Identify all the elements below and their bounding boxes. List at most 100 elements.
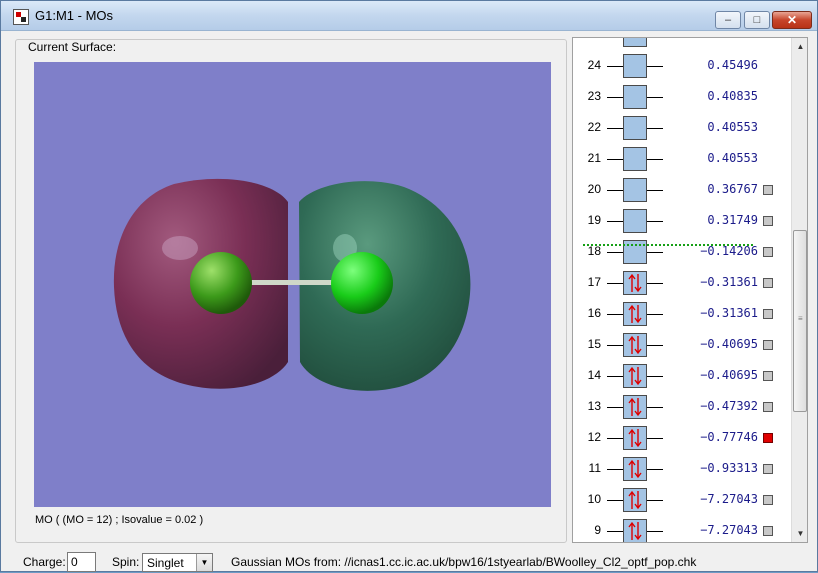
homo-lumo-divider — [583, 244, 753, 246]
virtual-orbital-icon[interactable] — [623, 178, 647, 202]
mo-energy: 0.40835 — [707, 89, 758, 103]
mo-level-row[interactable]: 18 −0.14206 — [573, 237, 789, 268]
molecule-viewport[interactable] — [34, 62, 551, 507]
mo-energy: −0.40695 — [700, 337, 758, 351]
mo-level-row[interactable]: 13 −0.47392 — [573, 392, 789, 423]
level-line — [647, 283, 663, 284]
mo-surface-checkbox[interactable] — [763, 495, 773, 505]
mo-level-row[interactable]: 14 −0.40695 — [573, 361, 789, 392]
level-line — [607, 469, 623, 470]
mo-surface-checkbox[interactable] — [763, 309, 773, 319]
occupied-orbital-icon[interactable] — [623, 395, 647, 419]
mo-index: 16 — [587, 306, 601, 320]
mo-surface-checkbox[interactable] — [763, 526, 773, 536]
mo-level-panel: 25 0.45496 24 0.45496 23 0.40835 22 0.40553 21 0.… — [572, 37, 808, 543]
virtual-orbital-icon[interactable] — [623, 85, 647, 109]
mo-level-row[interactable]: 11 −0.93313 — [573, 454, 789, 485]
level-line — [647, 345, 663, 346]
spin-label: Spin: — [112, 555, 140, 569]
status-bar: Charge: Spin: Gaussian MOs from: //icnas… — [1, 547, 817, 573]
bond — [244, 280, 344, 285]
mo-level-row[interactable]: 9 −7.27043 — [573, 516, 789, 542]
mo-level-row[interactable]: 23 0.40835 — [573, 82, 789, 113]
scroll-up-icon[interactable]: ▲ — [792, 38, 807, 55]
mo-energy: −0.93313 — [700, 461, 758, 475]
minimize-button[interactable]: – — [715, 11, 741, 29]
occupied-orbital-icon[interactable] — [623, 457, 647, 481]
mo-index: 13 — [587, 399, 601, 413]
virtual-orbital-icon[interactable] — [623, 209, 647, 233]
mo-surface-checkbox[interactable] — [763, 340, 773, 350]
mo-energy: −0.31361 — [700, 275, 758, 289]
virtual-orbital-icon[interactable] — [623, 116, 647, 140]
occupied-orbital-icon[interactable] — [623, 426, 647, 450]
occupied-orbital-icon[interactable] — [623, 488, 647, 512]
virtual-orbital-icon[interactable] — [623, 38, 647, 47]
spin-select-value: Singlet — [147, 556, 184, 570]
mo-surface-checkbox[interactable] — [763, 247, 773, 257]
charge-input[interactable] — [67, 552, 96, 572]
occupied-orbital-icon[interactable] — [623, 519, 647, 542]
mo-surface-checkbox[interactable] — [763, 185, 773, 195]
close-button[interactable]: ✕ — [772, 11, 812, 29]
mo-index: 10 — [587, 492, 601, 506]
mo-level-list: 25 0.45496 24 0.45496 23 0.40835 22 0.40553 21 0.… — [573, 38, 789, 542]
mo-index: 18 — [587, 244, 601, 258]
occupied-orbital-icon[interactable] — [623, 364, 647, 388]
mo-surface-checkbox[interactable] — [763, 278, 773, 288]
mo-level-row[interactable]: 19 0.31749 — [573, 206, 789, 237]
mo-energy: 0.40553 — [707, 151, 758, 165]
virtual-orbital-icon[interactable] — [623, 54, 647, 78]
level-line — [647, 376, 663, 377]
occupied-orbital-icon[interactable] — [623, 271, 647, 295]
level-line — [647, 438, 663, 439]
level-line — [607, 438, 623, 439]
mo-level-row[interactable]: 25 0.45496 — [573, 38, 789, 51]
mo-list-scrollbar[interactable]: ▲ ≡ ▼ — [791, 38, 807, 542]
level-line — [607, 252, 623, 253]
mo-energy: −0.40695 — [700, 368, 758, 382]
mo-level-row[interactable]: 10 −7.27043 — [573, 485, 789, 516]
mo-energy: 0.45496 — [707, 38, 758, 41]
level-line — [607, 159, 623, 160]
mo-energy: −0.77746 — [700, 430, 758, 444]
source-file-text: Gaussian MOs from: //icnas1.cc.ic.ac.uk/… — [231, 555, 697, 569]
mo-level-row[interactable]: 12 −0.77746 — [573, 423, 789, 454]
cl-atom-left[interactable] — [190, 252, 252, 314]
mo-level-row[interactable]: 21 0.40553 — [573, 144, 789, 175]
occupied-orbital-icon[interactable] — [623, 333, 647, 357]
mo-level-row[interactable]: 16 −0.31361 — [573, 299, 789, 330]
level-line — [607, 97, 623, 98]
maximize-button[interactable]: □ — [744, 11, 770, 29]
mo-surface-checkbox[interactable] — [763, 433, 773, 443]
mo-surface-checkbox[interactable] — [763, 464, 773, 474]
mo-energy: 0.31749 — [707, 213, 758, 227]
mo-level-row[interactable]: 24 0.45496 — [573, 51, 789, 82]
level-line — [647, 66, 663, 67]
mo-surface-checkbox[interactable] — [763, 371, 773, 381]
level-line — [647, 407, 663, 408]
cl-atom-right[interactable] — [331, 252, 393, 314]
mo-index: 19 — [587, 213, 601, 227]
mo-index: 17 — [587, 275, 601, 289]
title-bar[interactable]: G1:M1 - MOs – □ ✕ — [1, 1, 817, 31]
mo-surface-checkbox[interactable] — [763, 402, 773, 412]
mo-level-row[interactable]: 17 −0.31361 — [573, 268, 789, 299]
level-line — [607, 128, 623, 129]
spin-select[interactable]: Singlet ▼ — [142, 553, 213, 572]
mo-level-row[interactable]: 15 −0.40695 — [573, 330, 789, 361]
level-line — [607, 190, 623, 191]
mo-surface-checkbox[interactable] — [763, 216, 773, 226]
scroll-down-icon[interactable]: ▼ — [792, 525, 807, 542]
mo-index: 11 — [588, 461, 601, 475]
mo-level-row[interactable]: 22 0.40553 — [573, 113, 789, 144]
mo-level-row[interactable]: 20 0.36767 — [573, 175, 789, 206]
mo-index: 14 — [587, 368, 601, 382]
virtual-orbital-icon[interactable] — [623, 147, 647, 171]
occupied-orbital-icon[interactable] — [623, 302, 647, 326]
current-surface-label: Current Surface: — [25, 40, 120, 54]
scroll-thumb[interactable]: ≡ — [793, 230, 807, 412]
dropdown-arrow-icon[interactable]: ▼ — [196, 554, 212, 571]
level-line — [647, 159, 663, 160]
level-line — [647, 500, 663, 501]
